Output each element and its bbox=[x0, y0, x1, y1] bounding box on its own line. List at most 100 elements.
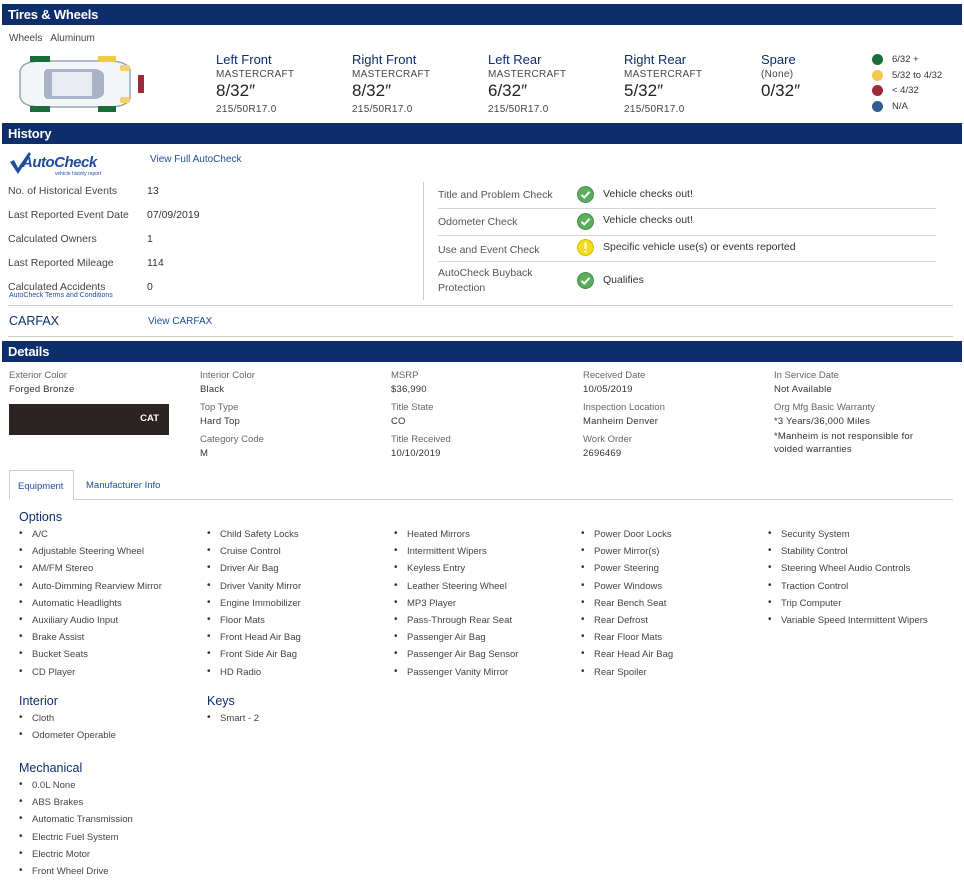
interior-list: ClothOdometer Operable bbox=[19, 712, 116, 747]
list-item: Keyless Entry bbox=[394, 562, 518, 580]
check-result: Vehicle checks out! bbox=[603, 188, 693, 200]
list-item: Smart - 2 bbox=[207, 712, 259, 730]
options-column-2: Child Safety LocksCruise ControlDriver A… bbox=[207, 528, 301, 684]
hist-label: Last Reported Mileage bbox=[8, 257, 114, 269]
tire-position: Right Rear bbox=[624, 52, 687, 67]
interior-color-label: Interior Color bbox=[200, 370, 255, 381]
legend-label: < 4/32 bbox=[892, 85, 919, 97]
list-item: Rear Spoiler bbox=[581, 665, 673, 684]
legend-item: 5/32 to 4/32 bbox=[872, 68, 942, 84]
tire-left-front: Left Front MASTERCRAFT 8/32″ 215/50R17.0 bbox=[216, 52, 294, 115]
list-item: Cloth bbox=[19, 712, 116, 730]
in-service-date-label: In Service Date bbox=[774, 370, 839, 381]
mechanical-list: 0.0L NoneABS BrakesAutomatic Transmissio… bbox=[19, 779, 133, 883]
list-item: Automatic Transmission bbox=[19, 813, 133, 831]
tire-depth: 0/32″ bbox=[761, 81, 801, 100]
legend-label: 5/32 to 4/32 bbox=[892, 69, 943, 81]
exterior-color-label: Exterior Color bbox=[9, 370, 68, 381]
title-state-label: Title State bbox=[391, 402, 434, 413]
hist-label: No. of Historical Events bbox=[8, 185, 118, 197]
category-code-value: M bbox=[200, 448, 209, 459]
list-item: Power Mirror(s) bbox=[581, 545, 673, 563]
tire-depth: 6/32″ bbox=[488, 81, 528, 100]
keys-list: Smart - 2 bbox=[207, 712, 259, 730]
warranty-value: *3 Years/36,000 Miles bbox=[774, 416, 871, 427]
tire-brand: (None) bbox=[761, 69, 794, 80]
legend-label: 6/32 + bbox=[892, 54, 919, 66]
keys-heading: Keys bbox=[207, 694, 235, 708]
autocheck-logo: AutoCheck vehicle history report bbox=[9, 152, 109, 178]
title-state-value: CO bbox=[391, 416, 406, 427]
wheels-value: Aluminum bbox=[50, 33, 95, 44]
tire-spare: Spare (None) 0/32″ bbox=[761, 52, 800, 101]
list-item: Automatic Headlights bbox=[19, 597, 162, 615]
tire-size: 215/50R17.0 bbox=[216, 104, 277, 115]
check-label: Odometer Check bbox=[438, 216, 518, 228]
check-row-use-event: Use and Event Check Specific vehicle use… bbox=[438, 236, 936, 262]
hist-label: Last Reported Event Date bbox=[8, 209, 129, 221]
checkmark-icon bbox=[577, 213, 594, 230]
list-item: CD Player bbox=[19, 665, 162, 684]
tire-right-front: Right Front MASTERCRAFT 8/32″ 215/50R17.… bbox=[352, 52, 430, 115]
list-item: Bucket Seats bbox=[19, 648, 162, 666]
list-item: Cruise Control bbox=[207, 545, 301, 563]
tire-brand: MASTERCRAFT bbox=[352, 69, 431, 80]
check-row-buyback: AutoCheck Buyback Protection Qualifies bbox=[438, 262, 936, 300]
tab-manufacturer-info[interactable]: Manufacturer Info bbox=[78, 470, 168, 500]
list-item: Driver Vanity Mirror bbox=[207, 580, 301, 598]
msrp-value: $36,990 bbox=[391, 384, 427, 395]
work-order-label: Work Order bbox=[583, 434, 632, 445]
check-result: Vehicle checks out! bbox=[603, 214, 693, 226]
list-item: Floor Mats bbox=[207, 614, 301, 632]
tire-right-rear: Right Rear MASTERCRAFT 5/32″ 215/50R17.0 bbox=[624, 52, 702, 115]
red-dot-icon bbox=[872, 85, 883, 97]
inspection-location-label: Inspection Location bbox=[583, 402, 665, 413]
view-full-autocheck-link[interactable]: View Full AutoCheck bbox=[150, 154, 242, 165]
check-result: Qualifies bbox=[603, 274, 644, 286]
interior-heading: Interior bbox=[19, 694, 58, 708]
list-item: Passenger Air Bag Sensor bbox=[394, 648, 518, 666]
tires-wheels-header: Tires & Wheels bbox=[2, 4, 962, 25]
list-item: Front Wheel Drive bbox=[19, 865, 133, 883]
view-carfax-link[interactable]: View CARFAX bbox=[148, 316, 212, 327]
list-item: Passenger Vanity Mirror bbox=[394, 665, 518, 684]
list-item: Security System bbox=[768, 528, 928, 546]
tire-depth: 5/32″ bbox=[624, 81, 664, 100]
work-order-value: 2696469 bbox=[583, 448, 622, 459]
details-header: Details bbox=[2, 341, 962, 362]
list-item: Rear Floor Mats bbox=[581, 631, 673, 649]
tire-brand: MASTERCRAFT bbox=[488, 69, 567, 80]
history-divider-bottom bbox=[8, 336, 953, 337]
list-item: Leather Steering Wheel bbox=[394, 580, 518, 598]
hist-value: 0 bbox=[147, 281, 153, 293]
options-column-1: A/CAdjustable Steering WheelAM/FM Stereo… bbox=[19, 528, 162, 684]
list-item: Traction Control bbox=[768, 580, 928, 598]
history-divider-top bbox=[8, 305, 953, 306]
history-header: History bbox=[2, 123, 962, 144]
list-item: Auxiliary Audio Input bbox=[19, 614, 162, 632]
list-item: Rear Head Air Bag bbox=[581, 648, 673, 666]
check-result: Specific vehicle use(s) or events report… bbox=[603, 241, 796, 253]
tire-brand: MASTERCRAFT bbox=[624, 69, 703, 80]
list-item: Odometer Operable bbox=[19, 729, 116, 747]
list-item: Trip Computer bbox=[768, 597, 928, 615]
wheels-label: Wheels Aluminum bbox=[9, 33, 95, 44]
warning-icon bbox=[577, 239, 594, 256]
tire-position: Right Front bbox=[352, 52, 417, 67]
list-item: Intermittent Wipers bbox=[394, 545, 518, 563]
list-item: ABS Brakes bbox=[19, 796, 133, 814]
tire-size: 215/50R17.0 bbox=[624, 104, 685, 115]
tire-depth: 8/32″ bbox=[352, 81, 392, 100]
list-item: Front Head Air Bag bbox=[207, 631, 301, 649]
tire-depth: 8/32″ bbox=[216, 81, 256, 100]
tread-legend: 6/32 + 5/32 to 4/32 < 4/32 N/A bbox=[872, 52, 942, 114]
tire-position: Spare bbox=[761, 52, 796, 67]
carfax-label: CARFAX bbox=[9, 314, 60, 328]
autocheck-terms-link[interactable]: AutoCheck Terms and Conditions bbox=[9, 292, 113, 299]
received-date-label: Received Date bbox=[583, 370, 646, 381]
tab-equipment[interactable]: Equipment bbox=[9, 470, 74, 500]
tire-left-rear: Left Rear MASTERCRAFT 6/32″ 215/50R17.0 bbox=[488, 52, 566, 115]
list-item: Engine Immobilizer bbox=[207, 597, 301, 615]
green-dot-icon bbox=[872, 54, 883, 66]
history-divider bbox=[423, 182, 424, 300]
